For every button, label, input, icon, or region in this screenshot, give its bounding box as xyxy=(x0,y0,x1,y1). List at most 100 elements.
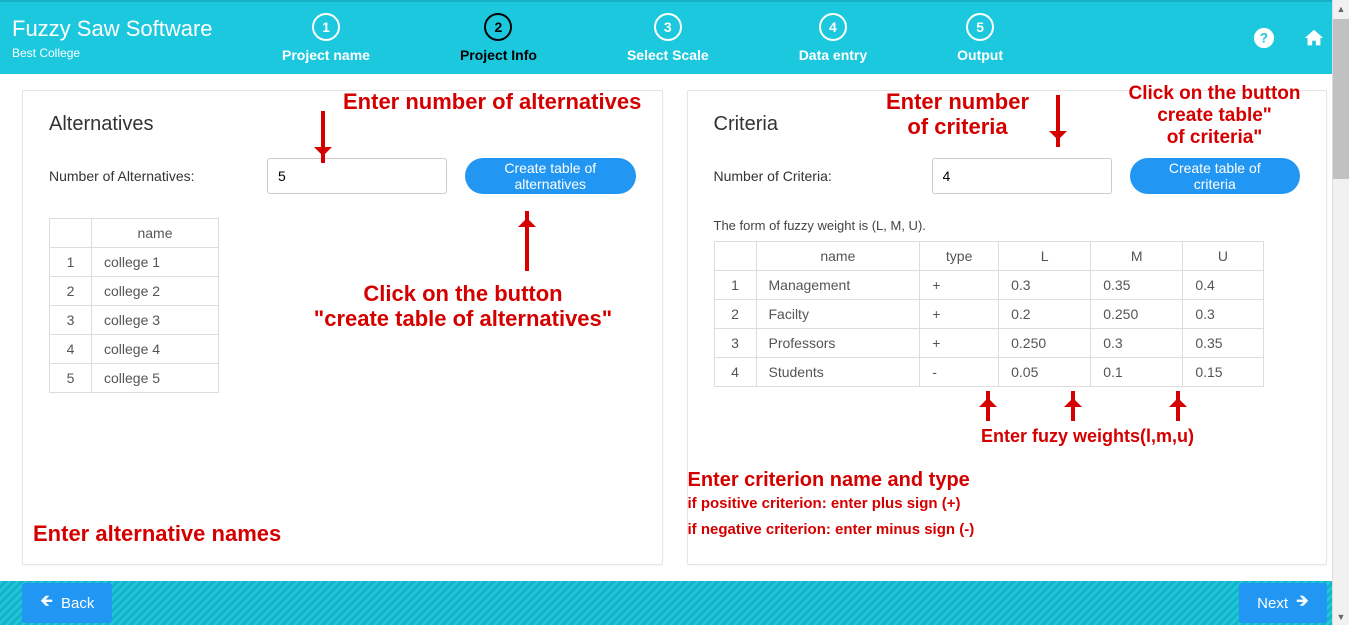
table-row[interactable]: 1 Management + 0.3 0.35 0.4 xyxy=(714,271,1263,300)
crit-name-cell[interactable]: Professors xyxy=(756,329,920,358)
help-icon[interactable]: ? xyxy=(1253,27,1275,49)
alternatives-count-label: Number of Alternatives: xyxy=(49,168,249,184)
step-circle-2: 2 xyxy=(484,13,512,41)
table-row[interactable]: 3 Professors + 0.250 0.3 0.35 xyxy=(714,329,1263,358)
home-icon[interactable] xyxy=(1303,27,1325,49)
create-alternatives-button[interactable]: Create table of alternatives xyxy=(465,158,636,194)
ann-click-create-alternatives: Click on the button "create table of alt… xyxy=(273,281,653,332)
table-row[interactable]: 2 Facilty + 0.2 0.250 0.3 xyxy=(714,300,1263,329)
arrow-left-icon: 🡸 xyxy=(40,590,53,617)
table-row[interactable]: 2 college 2 xyxy=(50,277,219,306)
crit-M-cell[interactable]: 0.250 xyxy=(1091,300,1183,329)
row-index: 2 xyxy=(50,277,92,306)
table-row[interactable]: 3 college 3 xyxy=(50,306,219,335)
crit-col-L: L xyxy=(999,242,1091,271)
crit-col-U: U xyxy=(1183,242,1263,271)
ann-negative-criterion: if negative criterion: enter minus sign … xyxy=(688,521,975,538)
scroll-up-icon[interactable]: ▲ xyxy=(1333,0,1349,17)
criteria-count-label: Number of Criteria: xyxy=(714,168,914,184)
table-row[interactable]: 4 Students - 0.05 0.1 0.15 xyxy=(714,358,1263,387)
ann-criterion-name-type: Enter criterion name and type xyxy=(688,469,970,492)
app-header: Fuzzy Saw Software Best College 1 Projec… xyxy=(0,0,1349,74)
criteria-heading: Criteria xyxy=(714,113,1301,136)
alt-name-cell[interactable]: college 4 xyxy=(92,335,219,364)
crit-col-type: type xyxy=(920,242,999,271)
step-circle-4: 4 xyxy=(819,13,847,41)
criteria-count-row: Number of Criteria: Create table of crit… xyxy=(714,158,1301,194)
crit-type-cell[interactable]: + xyxy=(920,300,999,329)
next-label: Next xyxy=(1257,595,1288,612)
crit-L-cell[interactable]: 0.2 xyxy=(999,300,1091,329)
back-button[interactable]: 🡸 Back xyxy=(22,583,112,623)
crit-name-cell[interactable]: Students xyxy=(756,358,920,387)
crit-type-cell[interactable]: + xyxy=(920,329,999,358)
row-index: 1 xyxy=(714,271,756,300)
vertical-scrollbar[interactable]: ▲ ▼ xyxy=(1332,0,1349,625)
table-row[interactable]: 4 college 4 xyxy=(50,335,219,364)
crit-L-cell[interactable]: 0.05 xyxy=(999,358,1091,387)
crit-U-cell[interactable]: 0.35 xyxy=(1183,329,1263,358)
ann-enter-num-alternatives: Enter number of alternatives xyxy=(343,89,641,114)
crit-type-cell[interactable]: - xyxy=(920,358,999,387)
create-criteria-button[interactable]: Create table of criteria xyxy=(1130,158,1301,194)
crit-U-cell[interactable]: 0.15 xyxy=(1183,358,1263,387)
crit-col-name: name xyxy=(756,242,920,271)
next-button[interactable]: Next 🡺 xyxy=(1239,583,1327,623)
svg-text:?: ? xyxy=(1260,31,1268,46)
table-row[interactable]: 1 college 1 xyxy=(50,248,219,277)
scroll-down-icon[interactable]: ▼ xyxy=(1333,608,1349,625)
crit-U-cell[interactable]: 0.4 xyxy=(1183,271,1263,300)
row-index: 4 xyxy=(714,358,756,387)
crit-name-cell[interactable]: Facilty xyxy=(756,300,920,329)
crit-L-cell[interactable]: 0.250 xyxy=(999,329,1091,358)
row-index: 4 xyxy=(50,335,92,364)
row-index: 2 xyxy=(714,300,756,329)
row-index: 5 xyxy=(50,364,92,393)
step-label-5: Output xyxy=(957,47,1003,63)
step-data-entry[interactable]: 4 Data entry xyxy=(799,13,867,63)
fuzzy-weight-note: The form of fuzzy weight is (L, M, U). xyxy=(714,218,1301,233)
alt-name-cell[interactable]: college 1 xyxy=(92,248,219,277)
criteria-count-input[interactable] xyxy=(932,158,1112,194)
alternatives-heading: Alternatives xyxy=(49,113,636,136)
alt-name-cell[interactable]: college 5 xyxy=(92,364,219,393)
brand: Fuzzy Saw Software Best College xyxy=(12,16,272,60)
step-output[interactable]: 5 Output xyxy=(957,13,1003,63)
crit-M-cell[interactable]: 0.35 xyxy=(1091,271,1183,300)
alternatives-count-row: Number of Alternatives: Create table of … xyxy=(49,158,636,194)
crit-M-cell[interactable]: 0.3 xyxy=(1091,329,1183,358)
scroll-thumb[interactable] xyxy=(1333,19,1349,179)
criteria-table: name type L M U 1 Management + 0.3 0.35 xyxy=(714,241,1264,387)
step-label-4: Data entry xyxy=(799,47,867,63)
table-row[interactable]: 5 college 5 xyxy=(50,364,219,393)
crit-col-M: M xyxy=(1091,242,1183,271)
alternatives-table: name 1 college 12 college 23 college 34 … xyxy=(49,218,219,393)
row-index: 1 xyxy=(50,248,92,277)
alt-name-cell[interactable]: college 2 xyxy=(92,277,219,306)
brand-title: Fuzzy Saw Software xyxy=(12,16,272,42)
row-index: 3 xyxy=(714,329,756,358)
crit-type-cell[interactable]: + xyxy=(920,271,999,300)
row-index: 3 xyxy=(50,306,92,335)
step-circle-5: 5 xyxy=(966,13,994,41)
ann-positive-criterion: if positive criterion: enter plus sign (… xyxy=(688,495,961,512)
crit-U-cell[interactable]: 0.3 xyxy=(1183,300,1263,329)
ann-enter-fuzzy-weights: Enter fuzy weights(l,m,u) xyxy=(958,426,1218,447)
brand-subtitle: Best College xyxy=(12,46,272,60)
arrow-right-icon: 🡺 xyxy=(1296,590,1309,617)
crit-name-cell[interactable]: Management xyxy=(756,271,920,300)
step-circle-3: 3 xyxy=(654,13,682,41)
alt-name-cell[interactable]: college 3 xyxy=(92,306,219,335)
step-circle-1: 1 xyxy=(312,13,340,41)
step-label-1: Project name xyxy=(282,47,370,63)
alternatives-count-input[interactable] xyxy=(267,158,447,194)
crit-M-cell[interactable]: 0.1 xyxy=(1091,358,1183,387)
step-project-name[interactable]: 1 Project name xyxy=(282,13,370,63)
ann-enter-alt-names: Enter alternative names xyxy=(33,521,281,546)
step-select-scale[interactable]: 3 Select Scale xyxy=(627,13,709,63)
crit-L-cell[interactable]: 0.3 xyxy=(999,271,1091,300)
footer: 🡸 Back Next 🡺 xyxy=(0,581,1349,625)
step-project-info[interactable]: 2 Project Info xyxy=(460,13,537,63)
step-label-2: Project Info xyxy=(460,47,537,63)
alternatives-card: Alternatives Number of Alternatives: Cre… xyxy=(22,90,663,565)
